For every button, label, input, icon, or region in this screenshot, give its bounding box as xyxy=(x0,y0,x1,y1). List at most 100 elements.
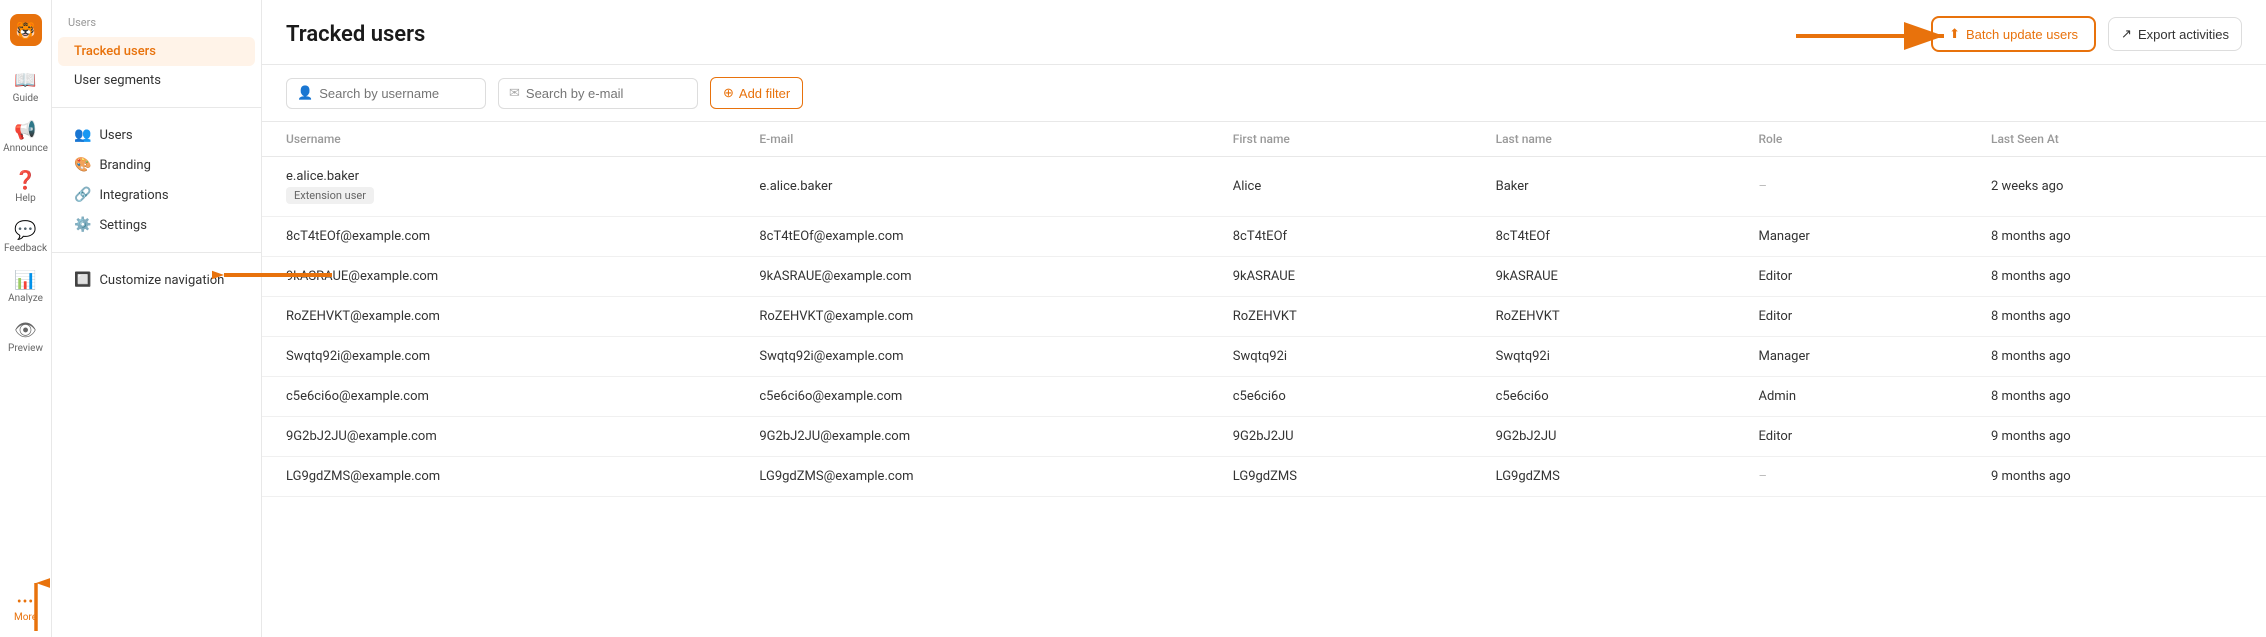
sidebar-item-guide[interactable]: 📖 Guide xyxy=(3,64,49,110)
sidebar-item-users[interactable]: 👥 Users xyxy=(58,120,255,150)
help-label: Help xyxy=(15,193,35,204)
cell-username: e.alice.bakerExtension user xyxy=(262,157,735,217)
table-header-row: Username E-mail First name Last name Rol… xyxy=(262,122,2266,157)
sidebar-item-help[interactable]: ❓ Help xyxy=(3,164,49,210)
cell-lastname: 9kASRAUE xyxy=(1472,257,1735,297)
feedback-icon: 💬 xyxy=(14,220,36,241)
cell-lastname: LG9gdZMS xyxy=(1472,457,1735,497)
analyze-icon: 📊 xyxy=(14,270,36,291)
username-value: RoZEHVKT@example.com xyxy=(286,309,711,324)
tracked-users-label: Tracked users xyxy=(74,44,156,59)
branding-icon: 🎨 xyxy=(74,157,91,173)
cell-username: 9kASRAUE@example.com xyxy=(262,257,735,297)
col-email: E-mail xyxy=(735,122,1208,157)
users-label: Users xyxy=(99,128,132,143)
cell-role: – xyxy=(1734,157,1967,217)
email-search-box[interactable]: ✉ xyxy=(498,78,698,109)
cell-lastseen: 8 months ago xyxy=(1967,297,2266,337)
cell-email: 9G2bJ2JU@example.com xyxy=(735,417,1208,457)
sidebar-divider-2 xyxy=(52,252,261,253)
cell-firstname: Swqtq92i xyxy=(1209,337,1472,377)
cell-email: 9kASRAUE@example.com xyxy=(735,257,1208,297)
cell-email: e.alice.baker xyxy=(735,157,1208,217)
batch-update-button[interactable]: ⬆ Batch update users xyxy=(1931,16,2096,52)
username-value: Swqtq92i@example.com xyxy=(286,349,711,364)
page-wrapper: 🐯 📖 Guide 📢 Announce ❓ Help 💬 Feedback 📊… xyxy=(0,0,2266,637)
cell-firstname: RoZEHVKT xyxy=(1209,297,1472,337)
cell-username: LG9gdZMS@example.com xyxy=(262,457,735,497)
more-icon: ••• xyxy=(17,594,34,610)
username-value: LG9gdZMS@example.com xyxy=(286,469,711,484)
cell-username: c5e6ci6o@example.com xyxy=(262,377,735,417)
breadcrumb: Users xyxy=(52,16,261,37)
announce-label: Announce xyxy=(3,143,48,154)
sidebar-item-feedback[interactable]: 💬 Feedback xyxy=(3,214,49,260)
feedback-label: Feedback xyxy=(4,243,47,254)
filter-label: Add filter xyxy=(739,86,790,101)
logo-icon: 🐯 xyxy=(16,21,36,40)
add-filter-button[interactable]: ⊕ Add filter xyxy=(710,77,803,109)
cell-firstname: LG9gdZMS xyxy=(1209,457,1472,497)
sidebar-item-customize[interactable]: 🔲 Customize navigation xyxy=(58,265,255,295)
export-button[interactable]: ↗ Export activities xyxy=(2108,17,2242,51)
filter-icon: ⊕ xyxy=(723,85,734,101)
cell-username: RoZEHVKT@example.com xyxy=(262,297,735,337)
table-row: 9G2bJ2JU@example.com 9G2bJ2JU@example.com… xyxy=(262,417,2266,457)
cell-firstname: 9kASRAUE xyxy=(1209,257,1472,297)
user-tag: Extension user xyxy=(286,187,374,204)
header-actions: ⬆ Batch update users ↗ Export activities xyxy=(1931,16,2242,52)
main-content: Tracked users ⬆ Batch update users ↗ Exp… xyxy=(262,0,2266,637)
preview-label: Preview xyxy=(8,343,43,354)
cell-firstname: 8cT4tEOf xyxy=(1209,217,1472,257)
cell-lastname: 9G2bJ2JU xyxy=(1472,417,1735,457)
col-lastseen: Last Seen At xyxy=(1967,122,2266,157)
search-email-input[interactable] xyxy=(526,86,687,101)
cell-lastname: 8cT4tEOf xyxy=(1472,217,1735,257)
user-segments-label: User segments xyxy=(74,73,161,88)
more-label: More xyxy=(14,612,37,623)
customize-label: Customize navigation xyxy=(99,273,224,288)
cell-username: 8cT4tEOf@example.com xyxy=(262,217,735,257)
search-username-input[interactable] xyxy=(319,86,475,101)
cell-lastseen: 8 months ago xyxy=(1967,337,2266,377)
cell-lastname: Baker xyxy=(1472,157,1735,217)
export-icon: ↗ xyxy=(2121,26,2132,42)
export-label: Export activities xyxy=(2138,27,2229,42)
cell-email: Swqtq92i@example.com xyxy=(735,337,1208,377)
cell-role: Manager xyxy=(1734,337,1967,377)
sidebar-item-announce[interactable]: 📢 Announce xyxy=(3,114,49,160)
sidebar-item-tracked-users[interactable]: Tracked users xyxy=(58,37,255,66)
batch-icon: ⬆ xyxy=(1949,26,1960,42)
table-container: Username E-mail First name Last name Rol… xyxy=(262,122,2266,637)
cell-role: Manager xyxy=(1734,217,1967,257)
username-search-box[interactable]: 👤 xyxy=(286,78,486,109)
cell-lastseen: 8 months ago xyxy=(1967,217,2266,257)
sidebar-item-preview[interactable]: 👁 Preview xyxy=(3,314,49,360)
username-value: 9kASRAUE@example.com xyxy=(286,269,711,284)
col-role: Role xyxy=(1734,122,1967,157)
sidebar-item-settings[interactable]: ⚙️ Settings xyxy=(58,210,255,240)
settings-label: Settings xyxy=(99,218,146,233)
logo[interactable]: 🐯 xyxy=(3,8,49,52)
cell-username: Swqtq92i@example.com xyxy=(262,337,735,377)
sidebar-item-more[interactable]: ••• More xyxy=(3,588,49,629)
icon-nav: 🐯 📖 Guide 📢 Announce ❓ Help 💬 Feedback 📊… xyxy=(0,0,52,637)
cell-lastseen: 8 months ago xyxy=(1967,377,2266,417)
sidebar-item-integrations[interactable]: 🔗 Integrations xyxy=(58,180,255,210)
cell-firstname: Alice xyxy=(1209,157,1472,217)
cell-username: 9G2bJ2JU@example.com xyxy=(262,417,735,457)
col-lastname: Last name xyxy=(1472,122,1735,157)
username-value: 9G2bJ2JU@example.com xyxy=(286,429,711,444)
cell-firstname: c5e6ci6o xyxy=(1209,377,1472,417)
guide-label: Guide xyxy=(13,93,39,104)
sidebar-item-user-segments[interactable]: User segments xyxy=(58,66,255,95)
cell-lastname: RoZEHVKT xyxy=(1472,297,1735,337)
sidebar-item-analyze[interactable]: 📊 Analyze xyxy=(3,264,49,310)
cell-email: c5e6ci6o@example.com xyxy=(735,377,1208,417)
table-row: c5e6ci6o@example.comc5e6ci6o@example.com… xyxy=(262,377,2266,417)
cell-role: – xyxy=(1734,457,1967,497)
sidebar-item-branding[interactable]: 🎨 Branding xyxy=(58,150,255,180)
cell-lastseen: 9 months ago xyxy=(1967,417,2266,457)
cell-role: Admin xyxy=(1734,377,1967,417)
sidebar-divider xyxy=(52,107,261,108)
